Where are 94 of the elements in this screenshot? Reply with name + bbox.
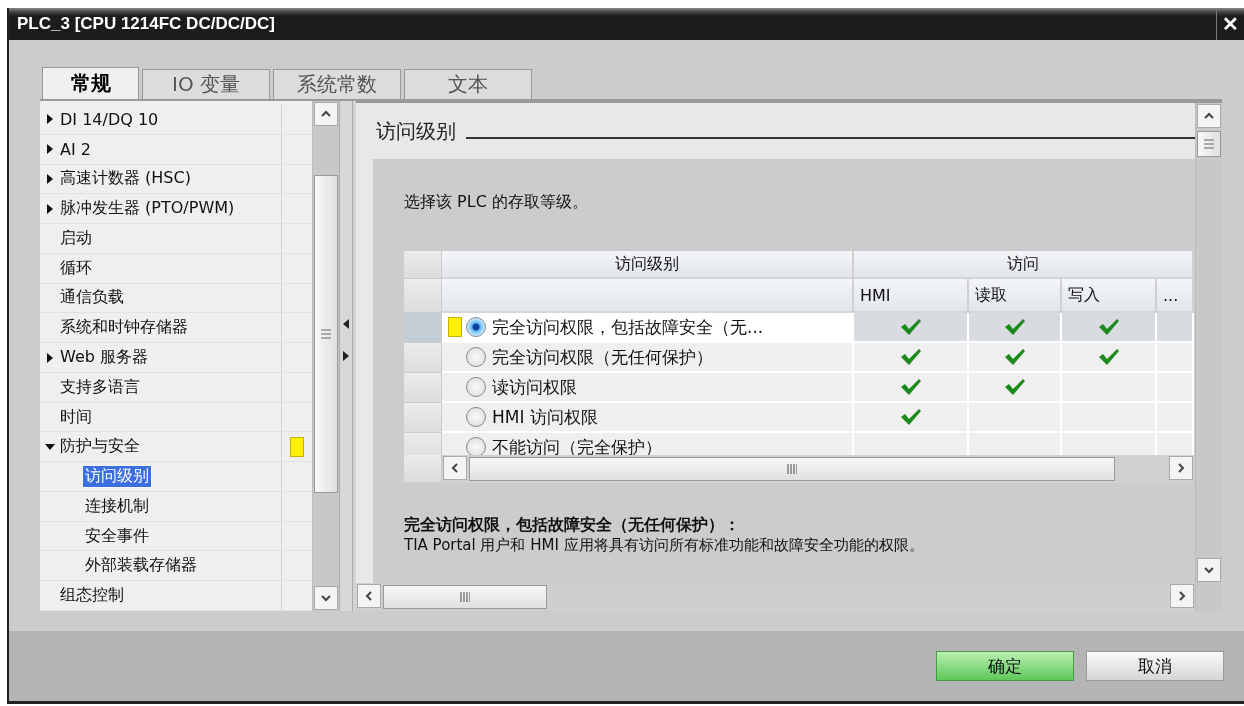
tab[interactable]: 文本 <box>404 69 532 99</box>
tab[interactable]: IO 变量 <box>142 69 270 99</box>
check-icon <box>899 348 922 366</box>
scroll-up-button[interactable] <box>314 102 338 126</box>
access-level-label: 完全访问权限（无任何保护） <box>492 345 713 369</box>
check-icon <box>1003 378 1026 396</box>
close-button[interactable]: ✕ <box>1216 8 1244 40</box>
tree-item[interactable]: 时间 <box>58 406 94 428</box>
collapsed-arrow-icon[interactable] <box>45 352 55 363</box>
table-cell <box>1157 433 1194 455</box>
row-header <box>404 251 442 279</box>
tree-item[interactable]: AI 2 <box>58 139 93 159</box>
chevron-right-icon <box>1175 462 1187 474</box>
check-icon <box>899 408 922 426</box>
column-header: HMI <box>854 279 969 313</box>
row-header <box>404 373 442 403</box>
tree-item[interactable]: 防护与安全 <box>58 436 142 458</box>
radio-button[interactable] <box>466 437 486 455</box>
tree-item[interactable]: 支持多语言 <box>58 376 142 398</box>
ok-button[interactable]: 确定 <box>936 651 1074 681</box>
scrollbar-thumb[interactable] <box>1197 131 1221 157</box>
check-icon <box>899 318 922 336</box>
chevron-down-icon <box>1203 564 1215 576</box>
window-title: PLC_3 [CPU 1214FC DC/DC/DC] <box>16 14 275 34</box>
row-header <box>404 433 442 455</box>
tree-item[interactable]: 循环 <box>58 257 94 279</box>
column-group-header: 访问级别 <box>442 251 854 279</box>
column-header: 读取 <box>969 279 1062 313</box>
row-header <box>404 343 442 373</box>
grip-icon <box>1203 139 1215 149</box>
expand-right-icon[interactable] <box>343 351 349 361</box>
tree-item[interactable]: 外部装载存储器 <box>83 555 199 577</box>
description-text: TIA Portal 用户和 HMI 应用将具有访问所有标准功能和故障安全功能的权限。 <box>404 536 925 555</box>
scroll-left-button[interactable] <box>357 584 381 608</box>
radio-button[interactable] <box>466 377 486 397</box>
check-icon <box>1003 348 1026 366</box>
row-header <box>404 403 442 433</box>
collapsed-arrow-icon[interactable] <box>45 114 55 125</box>
intro-text: 选择该 PLC 的存取等级。 <box>404 192 589 213</box>
scroll-up-button[interactable] <box>1197 104 1221 128</box>
tab[interactable]: 系统常数 <box>273 69 401 99</box>
grip-icon <box>787 463 797 475</box>
radio-button[interactable] <box>466 347 486 367</box>
collapse-left-icon[interactable] <box>343 319 349 329</box>
scroll-down-button[interactable] <box>314 586 338 610</box>
grip-icon <box>320 329 332 339</box>
tree-item[interactable]: 通信负载 <box>58 287 126 309</box>
table-cell <box>1157 403 1194 433</box>
check-icon <box>1097 348 1120 366</box>
tree-item[interactable]: 高速计数器 (HSC) <box>58 168 193 190</box>
tree-item[interactable]: 启动 <box>58 227 94 249</box>
scroll-left-button[interactable] <box>443 456 467 480</box>
check-icon <box>899 378 922 396</box>
check-icon <box>1097 318 1120 336</box>
tab[interactable]: 常规 <box>42 67 139 99</box>
collapsed-arrow-icon[interactable] <box>45 203 55 214</box>
section-title: 访问级别 <box>376 117 456 145</box>
description-title: 完全访问权限，包括故障安全（无任何保护）： <box>404 515 741 536</box>
chevron-right-icon <box>1176 590 1188 602</box>
access-level-label: 不能访问（完全保护） <box>492 435 662 455</box>
tree-item[interactable]: 脉冲发生器 (PTO/PWM) <box>58 198 237 220</box>
collapsed-arrow-icon[interactable] <box>45 173 55 184</box>
tree-item[interactable]: 组态控制 <box>58 585 126 607</box>
access-level-label: HMI 访问权限 <box>492 405 598 429</box>
column-header: ... <box>1157 279 1194 313</box>
radio-button[interactable] <box>466 317 486 337</box>
scrollbar-thumb[interactable] <box>469 457 1115 481</box>
table-cell <box>1157 373 1194 403</box>
cancel-button[interactable]: 取消 <box>1086 651 1224 681</box>
grip-icon <box>460 591 470 603</box>
row-header <box>404 313 442 343</box>
tree-item[interactable]: 系统和时钟存储器 <box>58 317 190 339</box>
scrollbar-thumb[interactable] <box>314 175 338 493</box>
tree-item[interactable]: 安全事件 <box>83 525 151 547</box>
expanded-arrow-icon[interactable] <box>45 441 55 452</box>
access-level-label: 完全访问权限，包括故障安全（无... <box>492 315 764 339</box>
scroll-right-button[interactable] <box>1170 584 1194 608</box>
access-level-label: 读访问权限 <box>492 375 577 399</box>
scroll-down-button[interactable] <box>1197 558 1221 582</box>
tree-item[interactable]: 连接机制 <box>83 495 151 517</box>
chevron-left-icon <box>449 462 461 474</box>
tree-item[interactable]: 访问级别 <box>83 466 151 488</box>
scroll-right-button[interactable] <box>1169 456 1193 480</box>
column-header: 写入 <box>1062 279 1157 313</box>
check-icon <box>1003 318 1026 336</box>
chevron-down-icon <box>320 592 332 604</box>
tree-item[interactable]: DI 14/DQ 10 <box>58 109 161 129</box>
scrollbar-thumb[interactable] <box>383 585 547 609</box>
column-group-header: 访问 <box>854 251 1194 279</box>
chevron-left-icon <box>363 590 375 602</box>
collapsed-arrow-icon[interactable] <box>45 144 55 155</box>
radio-button[interactable] <box>466 407 486 427</box>
row-header <box>404 279 442 313</box>
tree-item[interactable]: Web 服务器 <box>58 347 150 368</box>
